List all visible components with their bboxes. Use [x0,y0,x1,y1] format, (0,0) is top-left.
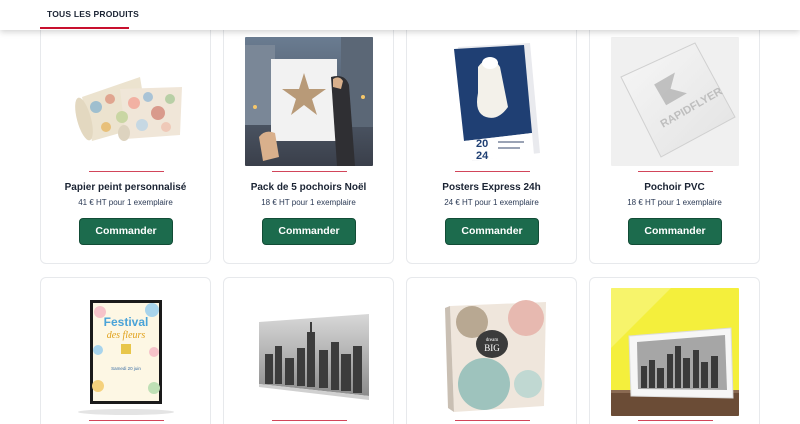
order-button[interactable]: Commander [262,218,356,245]
product-card-toile-newyork[interactable] [223,277,394,424]
poster-year-top: 20 [476,138,488,150]
poster-year-bottom: 24 [476,150,489,162]
product-image-papier-peint[interactable] [62,37,190,166]
product-card-pochoir-pvc[interactable]: RAPIDFLYER Pochoir PVC 18 € HT pour 1 ex… [589,22,760,264]
product-image-pochoir-pvc[interactable]: RAPIDFLYER [611,37,739,166]
tab-all-products[interactable]: TOUS LES PRODUITS [47,9,139,19]
order-button[interactable]: Commander [445,218,539,245]
order-button[interactable]: Commander [628,218,722,245]
separator [455,420,530,421]
active-tab-indicator [40,27,129,29]
separator [638,171,713,172]
book-brand-line2: BIG [484,343,500,353]
product-price: 18 € HT pour 1 exemplaire [261,198,356,207]
separator [89,171,164,172]
separator [272,171,347,172]
product-price: 24 € HT pour 1 exemplaire [444,198,539,207]
separator [638,420,713,421]
product-image-cadre-photo[interactable] [611,288,739,416]
product-title[interactable]: Papier peint personnalisé [41,182,210,193]
product-image-toile-newyork[interactable] [245,288,373,416]
separator [272,420,347,421]
product-title[interactable]: Pochoir PVC [590,182,759,193]
product-image-posters-express[interactable]: 20 24 [428,37,556,166]
product-card-cadre-photo[interactable] [589,277,760,424]
separator [455,171,530,172]
product-title[interactable]: Pack de 5 pochoirs Noël [224,182,393,193]
product-image-livre-dream-big[interactable]: dream BIG [428,288,556,416]
product-card-affiche-festival[interactable]: Festival des fleurs Samedi 20 juin [40,277,211,424]
separator [89,420,164,421]
festival-date: Samedi 20 juin [111,366,141,371]
category-tabs-bar: TOUS LES PRODUITS [0,0,800,30]
product-card-posters-express[interactable]: 20 24 Posters Express 24h 24 € HT pour 1… [406,22,577,264]
festival-subtitle: des fleurs [107,330,146,341]
product-price: 41 € HT pour 1 exemplaire [78,198,173,207]
product-card-pochoirs-noel[interactable]: Pack de 5 pochoirs Noël 18 € HT pour 1 e… [223,22,394,264]
product-image-pochoirs-noel[interactable] [245,37,373,166]
product-card-livre-dream-big[interactable]: dream BIG [406,277,577,424]
festival-title: Festival [104,315,149,329]
product-title[interactable]: Posters Express 24h [407,182,576,193]
product-image-affiche-festival[interactable]: Festival des fleurs Samedi 20 juin [62,288,190,416]
order-button[interactable]: Commander [79,218,173,245]
product-price: 18 € HT pour 1 exemplaire [627,198,722,207]
product-card-papier-peint[interactable]: Papier peint personnalisé 41 € HT pour 1… [40,22,211,264]
